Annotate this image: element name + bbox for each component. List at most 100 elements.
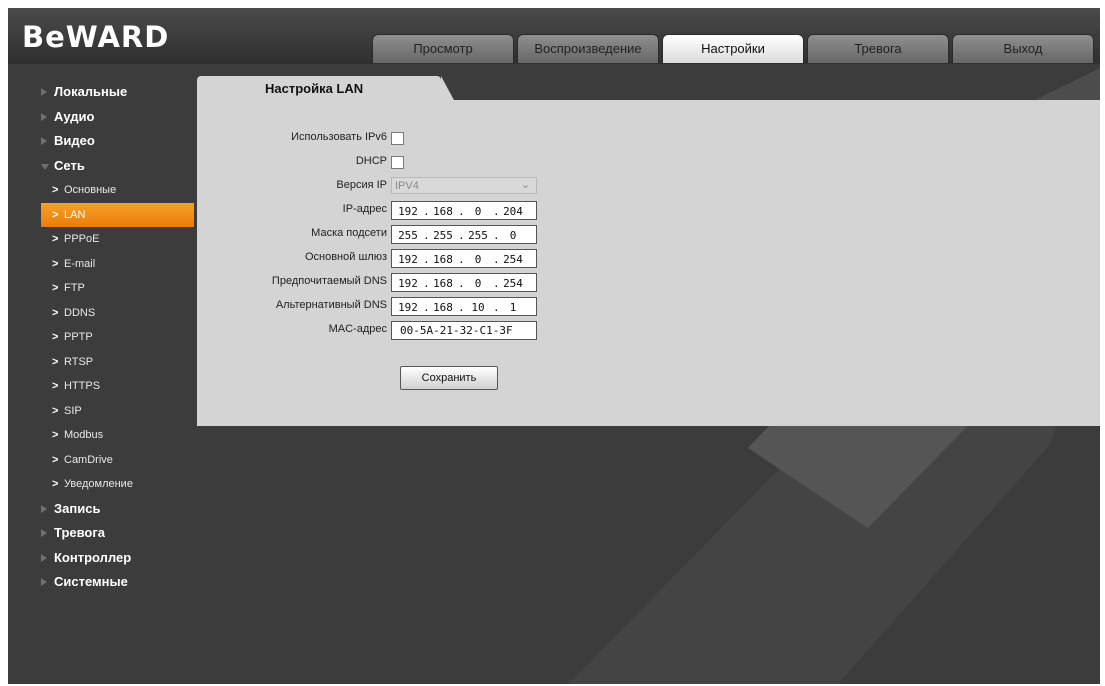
mac-address-row: MAC-адрес 00-5A-21-32-C1-3F: [197, 319, 697, 341]
subnet-mask-field[interactable]: 255. 255. 255. 0: [391, 225, 537, 244]
save-button[interactable]: Сохранить: [400, 366, 498, 390]
chevron-right-icon: >: [52, 282, 59, 294]
ip-octet[interactable]: 0: [464, 205, 492, 218]
ip-octet[interactable]: 255: [429, 229, 457, 242]
sidebar-category-alarm[interactable]: Тревога: [38, 521, 198, 546]
sidebar-item-pptp[interactable]: > PPTP: [38, 325, 194, 350]
sidebar-category-label: Системные: [54, 574, 128, 589]
sidebar-item-label: CamDrive: [64, 453, 113, 466]
alternate-dns-label: Альтернативный DNS: [275, 299, 387, 311]
alternate-dns-field[interactable]: 192. 168. 10. 1: [391, 297, 537, 316]
ip-address-label: IP-адрес: [342, 203, 387, 215]
chevron-right-icon: >: [52, 429, 59, 441]
ip-octet[interactable]: 168: [429, 205, 457, 218]
ip-octet[interactable]: 204: [499, 205, 527, 218]
mac-address-label: MAC-адрес: [328, 323, 387, 335]
sidebar-category-video[interactable]: Видео: [38, 129, 198, 154]
top-header: BeWARD Просмотр Воспроизведение Настройк…: [8, 8, 1100, 64]
sidebar-category-system[interactable]: Системные: [38, 570, 198, 595]
sidebar-category-label: Видео: [54, 133, 95, 148]
sidebar-item-label: SIP: [64, 404, 82, 417]
sidebar-category-network[interactable]: Сеть: [38, 154, 198, 179]
sidebar-category-controller[interactable]: Контроллер: [38, 546, 198, 571]
sidebar-item-label: FTP: [64, 282, 85, 294]
sidebar-item-basic[interactable]: > Основные: [38, 178, 194, 203]
subnet-mask-row: Маска подсети 255. 255. 255. 0: [197, 223, 697, 245]
tab-view[interactable]: Просмотр: [372, 34, 514, 63]
dhcp-label: DHCP: [355, 155, 387, 167]
ip-version-row: Версия IP IPV4 ⌄: [197, 175, 697, 197]
tab-logout[interactable]: Выход: [952, 34, 1094, 63]
chevron-right-icon: >: [52, 306, 59, 319]
gateway-label: Основной шлюз: [304, 251, 387, 263]
subnet-mask-label: Маска подсети: [311, 227, 387, 239]
ip-octet[interactable]: 168: [429, 253, 457, 266]
sidebar-item-label: E-mail: [64, 257, 96, 270]
sidebar-item-camdrive[interactable]: > CamDrive: [38, 448, 194, 473]
sidebar-item-sip[interactable]: > SIP: [38, 399, 194, 424]
tab-settings[interactable]: Настройки: [662, 34, 804, 63]
chevron-right-icon: >: [52, 208, 59, 221]
alternate-dns-row: Альтернативный DNS 192. 168. 10. 1: [197, 295, 697, 317]
gateway-row: Основной шлюз 192. 168. 0. 254: [197, 247, 697, 269]
sidebar-item-label: DDNS: [64, 306, 96, 319]
sidebar-category-label: Тревога: [54, 525, 106, 540]
chevron-right-icon: >: [52, 453, 59, 466]
sidebar-item-label: Modbus: [64, 429, 104, 441]
ip-octet[interactable]: 254: [499, 253, 527, 266]
ip-version-label: Версия IP: [336, 179, 387, 191]
sidebar-item-pppoe[interactable]: > PPPoE: [38, 227, 194, 252]
ip-octet[interactable]: 255: [394, 229, 422, 242]
ip-octet[interactable]: 254: [499, 277, 527, 290]
ip-version-value: IPV4: [395, 180, 419, 192]
sidebar-item-notification[interactable]: > Уведомление: [38, 472, 194, 497]
mac-address-field[interactable]: 00-5A-21-32-C1-3F: [391, 321, 537, 340]
sidebar-category-recording[interactable]: Запись: [38, 497, 198, 522]
expanded-arrow-icon: [41, 163, 49, 170]
tab-playback[interactable]: Воспроизведение: [517, 34, 659, 63]
collapsed-arrow-icon: [41, 88, 47, 96]
sidebar-item-ftp[interactable]: > FTP: [38, 276, 194, 301]
ip-octet[interactable]: 192: [394, 277, 422, 290]
ip-octet[interactable]: 0: [464, 253, 492, 266]
sidebar-item-ddns[interactable]: > DDNS: [38, 301, 194, 326]
sidebar-category-label: Сеть: [54, 157, 85, 173]
sidebar-item-rtsp[interactable]: > RTSP: [38, 350, 194, 375]
ip-octet[interactable]: 10: [464, 301, 492, 314]
ip-octet[interactable]: 168: [429, 277, 457, 290]
settings-sidebar: Локальные Аудио Видео Сеть > Основные > LA…: [38, 80, 198, 595]
ip-octet[interactable]: 1: [499, 301, 527, 314]
chevron-right-icon: >: [52, 233, 59, 245]
ip-address-field[interactable]: 192. 168. 0. 204: [391, 201, 537, 220]
ip-octet[interactable]: 192: [394, 301, 422, 314]
preferred-dns-label: Предпочитаемый DNS: [271, 275, 387, 287]
sidebar-item-lan[interactable]: > LAN: [41, 202, 194, 227]
chevron-right-icon: >: [52, 331, 59, 343]
ip-octet[interactable]: 192: [394, 205, 422, 218]
chevron-right-icon: >: [52, 184, 59, 196]
sidebar-item-https[interactable]: > HTTPS: [38, 374, 194, 399]
ip-octet[interactable]: 168: [429, 301, 457, 314]
sidebar-item-modbus[interactable]: > Modbus: [38, 423, 194, 448]
ip-octet[interactable]: 0: [464, 277, 492, 290]
gateway-field[interactable]: 192. 168. 0. 254: [391, 249, 537, 268]
sidebar-category-label: Аудио: [54, 108, 95, 124]
lan-settings-tab[interactable]: Настройка LAN: [197, 76, 455, 102]
sidebar-item-email[interactable]: > E-mail: [38, 252, 194, 277]
ip-octet[interactable]: 192: [394, 253, 422, 266]
sidebar-category-local[interactable]: Локальные: [38, 80, 198, 105]
ip-octet[interactable]: 0: [499, 229, 527, 242]
sidebar-item-label: Уведомление: [64, 478, 133, 490]
ip-version-select[interactable]: IPV4 ⌄: [391, 177, 537, 194]
dhcp-checkbox[interactable]: [391, 156, 404, 169]
collapsed-arrow-icon: [41, 553, 47, 562]
sidebar-item-label: PPTP: [64, 331, 93, 343]
sidebar-category-audio[interactable]: Аудио: [38, 105, 198, 130]
tab-alarm[interactable]: Тревога: [807, 34, 949, 63]
ipv6-checkbox[interactable]: [391, 132, 404, 145]
ipv6-row: Использовать IPv6: [197, 127, 697, 149]
ip-octet[interactable]: 255: [464, 229, 492, 242]
preferred-dns-field[interactable]: 192. 168. 0. 254: [391, 273, 537, 292]
sidebar-item-label: PPPoE: [64, 233, 100, 245]
ipv6-label: Использовать IPv6: [291, 131, 387, 143]
